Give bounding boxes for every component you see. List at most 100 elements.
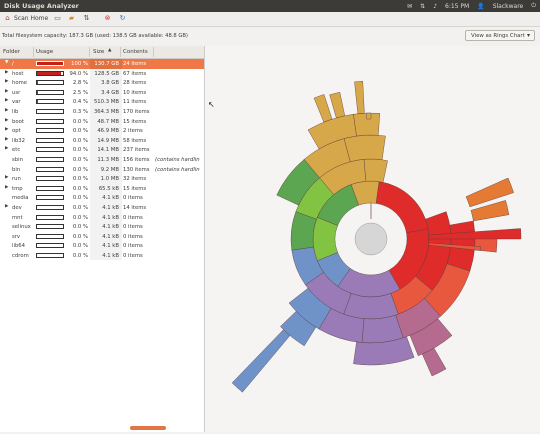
table-row[interactable]: media0.0 %4.1 kB0 items <box>0 193 204 203</box>
table-row[interactable]: ▶tmp0.0 %65.5 kB15 items <box>0 184 204 194</box>
expander-icon[interactable]: ▶ <box>5 89 8 94</box>
folder-contents: 15 items <box>123 186 146 192</box>
col-size[interactable]: Size <box>93 49 104 55</box>
ring-center[interactable] <box>355 223 387 255</box>
table-row[interactable]: bin0.0 %9.2 MB130 items(contains hardlin <box>0 165 204 175</box>
capacity-bar: Total filesystem capacity: 187.3 GB (use… <box>0 27 540 45</box>
col-usage[interactable]: Usage <box>36 49 53 55</box>
table-row[interactable]: ▶boot0.0 %48.7 MB15 items <box>0 117 204 127</box>
mail-icon[interactable]: ✉ <box>407 3 412 10</box>
expander-icon[interactable]: ▶ <box>5 79 8 84</box>
ring-spike[interactable] <box>314 94 332 122</box>
table-row[interactable]: srv0.0 %4.1 kB0 items <box>0 232 204 242</box>
folder-size: 3.8 GB <box>91 80 119 86</box>
folder-size: 364.3 MB <box>91 109 119 115</box>
rescan-button[interactable]: ⇅ <box>82 13 91 24</box>
table-row[interactable]: ▶var0.4 %510.3 MB11 items <box>0 97 204 107</box>
ring-segment[interactable] <box>344 294 399 319</box>
ring-segment[interactable] <box>344 135 385 162</box>
expander-icon[interactable]: ▼ <box>5 60 8 65</box>
ring-spike[interactable] <box>367 113 371 119</box>
usage-percent: 0.0 % <box>64 243 88 249</box>
table-row[interactable]: ▶lib320.0 %14.9 MB58 items <box>0 136 204 146</box>
folder-size: 9.2 MB <box>91 167 119 173</box>
table-row[interactable]: selinux0.0 %4.1 kB0 items <box>0 222 204 232</box>
table-row[interactable]: ▶lib0.3 %364.3 MB170 items <box>0 107 204 117</box>
expander-icon[interactable]: ▶ <box>5 175 8 180</box>
ring-segment[interactable] <box>362 315 403 343</box>
folder-name: / <box>12 61 14 67</box>
table-row[interactable]: ▶run0.0 %1.0 MB32 items <box>0 174 204 184</box>
folder-size: 4.1 kB <box>91 234 119 240</box>
table-row[interactable]: ▶host94.0 %128.5 GB67 items <box>0 69 204 79</box>
toolbar: ⌂ Scan Home ▭ ▰ ⇅ ⊗ ↻ <box>0 12 540 27</box>
expander-icon[interactable]: ▶ <box>5 185 8 190</box>
usage-bar <box>36 167 64 172</box>
table-row[interactable]: sbin0.0 %11.3 MB156 items(contains hardl… <box>0 155 204 165</box>
expander-icon[interactable]: ▶ <box>5 146 8 151</box>
chevron-down-icon: ▾ <box>527 32 530 39</box>
table-row[interactable]: ▶opt0.0 %46.9 MB2 items <box>0 126 204 136</box>
rings-chart[interactable] <box>205 46 540 432</box>
col-contents[interactable]: Contents <box>123 49 148 55</box>
scan-home-button[interactable]: ⌂ Scan Home <box>3 13 48 24</box>
usage-bar <box>36 71 64 76</box>
folder-contents: 237 items <box>123 147 150 153</box>
col-folder[interactable]: Folder <box>3 49 20 55</box>
expander-icon[interactable]: ▶ <box>5 127 8 132</box>
refresh-icon: ↻ <box>118 14 127 23</box>
expander-icon[interactable]: ▶ <box>5 137 8 142</box>
table-row[interactable]: lib640.0 %4.1 kB0 items <box>0 241 204 251</box>
expander-icon[interactable]: ▶ <box>5 204 8 209</box>
usage-bar <box>36 80 64 85</box>
usage-bar <box>36 253 64 258</box>
folder-name: lib32 <box>12 138 25 144</box>
expander-icon[interactable]: ▶ <box>5 118 8 123</box>
usage-percent: 0.0 % <box>64 147 88 153</box>
folder-contents: 0 items <box>123 243 143 249</box>
folder-name: run <box>12 176 21 182</box>
usage-percent: 2.5 % <box>64 90 88 96</box>
usage-bar <box>36 234 64 239</box>
folder-size: 46.9 MB <box>91 128 119 134</box>
expander-icon[interactable]: ▶ <box>5 108 8 113</box>
power-icon[interactable]: ⏻ <box>531 2 536 10</box>
clock[interactable]: 6:15 PM <box>445 3 469 10</box>
table-row[interactable]: cdrom0.0 %4.1 kB0 items <box>0 251 204 261</box>
table-row[interactable]: mnt0.0 %4.1 kB0 items <box>0 213 204 223</box>
folder-name: cdrom <box>12 253 29 259</box>
folder-size: 48.7 MB <box>91 119 119 125</box>
stop-button[interactable]: ⊗ <box>103 13 112 24</box>
refresh-button[interactable]: ↻ <box>118 13 127 24</box>
ring-segment[interactable] <box>364 159 388 182</box>
usage-bar <box>36 176 64 181</box>
expander-icon[interactable]: ▶ <box>5 98 8 103</box>
ring-spike[interactable] <box>330 92 345 118</box>
folder-contents: 170 items <box>123 109 150 115</box>
folder-contents: 2 items <box>123 128 143 134</box>
sort-icon: ▲ <box>108 48 111 53</box>
table-row[interactable]: ▶etc0.0 %14.1 MB237 items <box>0 145 204 155</box>
horizontal-scrollbar[interactable] <box>130 426 166 430</box>
ring-spike[interactable] <box>466 178 514 207</box>
folder-contents: 14 items <box>123 205 146 211</box>
folder-size: 3.4 GB <box>91 90 119 96</box>
user-name[interactable]: Slackware <box>493 3 524 10</box>
ring-spike[interactable] <box>232 330 290 393</box>
table-row[interactable]: ▶home2.8 %3.8 GB28 items <box>0 78 204 88</box>
volume-icon[interactable]: ♪ <box>433 3 437 10</box>
open-folder-button[interactable]: ▰ <box>67 13 76 24</box>
ring-spike[interactable] <box>354 81 364 113</box>
table-row[interactable]: ▶usr2.5 %3.4 GB10 items <box>0 88 204 98</box>
expander-icon[interactable]: ▶ <box>5 70 8 75</box>
ring-spike[interactable] <box>422 348 446 376</box>
usage-percent: 0.0 % <box>64 167 88 173</box>
table-row[interactable]: ▶dev0.0 %4.1 kB14 items <box>0 203 204 213</box>
table-row[interactable]: ▼/100 %130.7 GB24 items <box>0 59 204 69</box>
ring-segment[interactable] <box>376 182 428 233</box>
scan-device-button[interactable]: ▭ <box>53 13 62 24</box>
network-icon[interactable]: ⇅ <box>420 3 425 10</box>
view-mode-combo[interactable]: View as Rings Chart ▾ <box>465 30 535 41</box>
home-icon: ⌂ <box>3 14 12 23</box>
usage-percent: 0.0 % <box>64 215 88 221</box>
